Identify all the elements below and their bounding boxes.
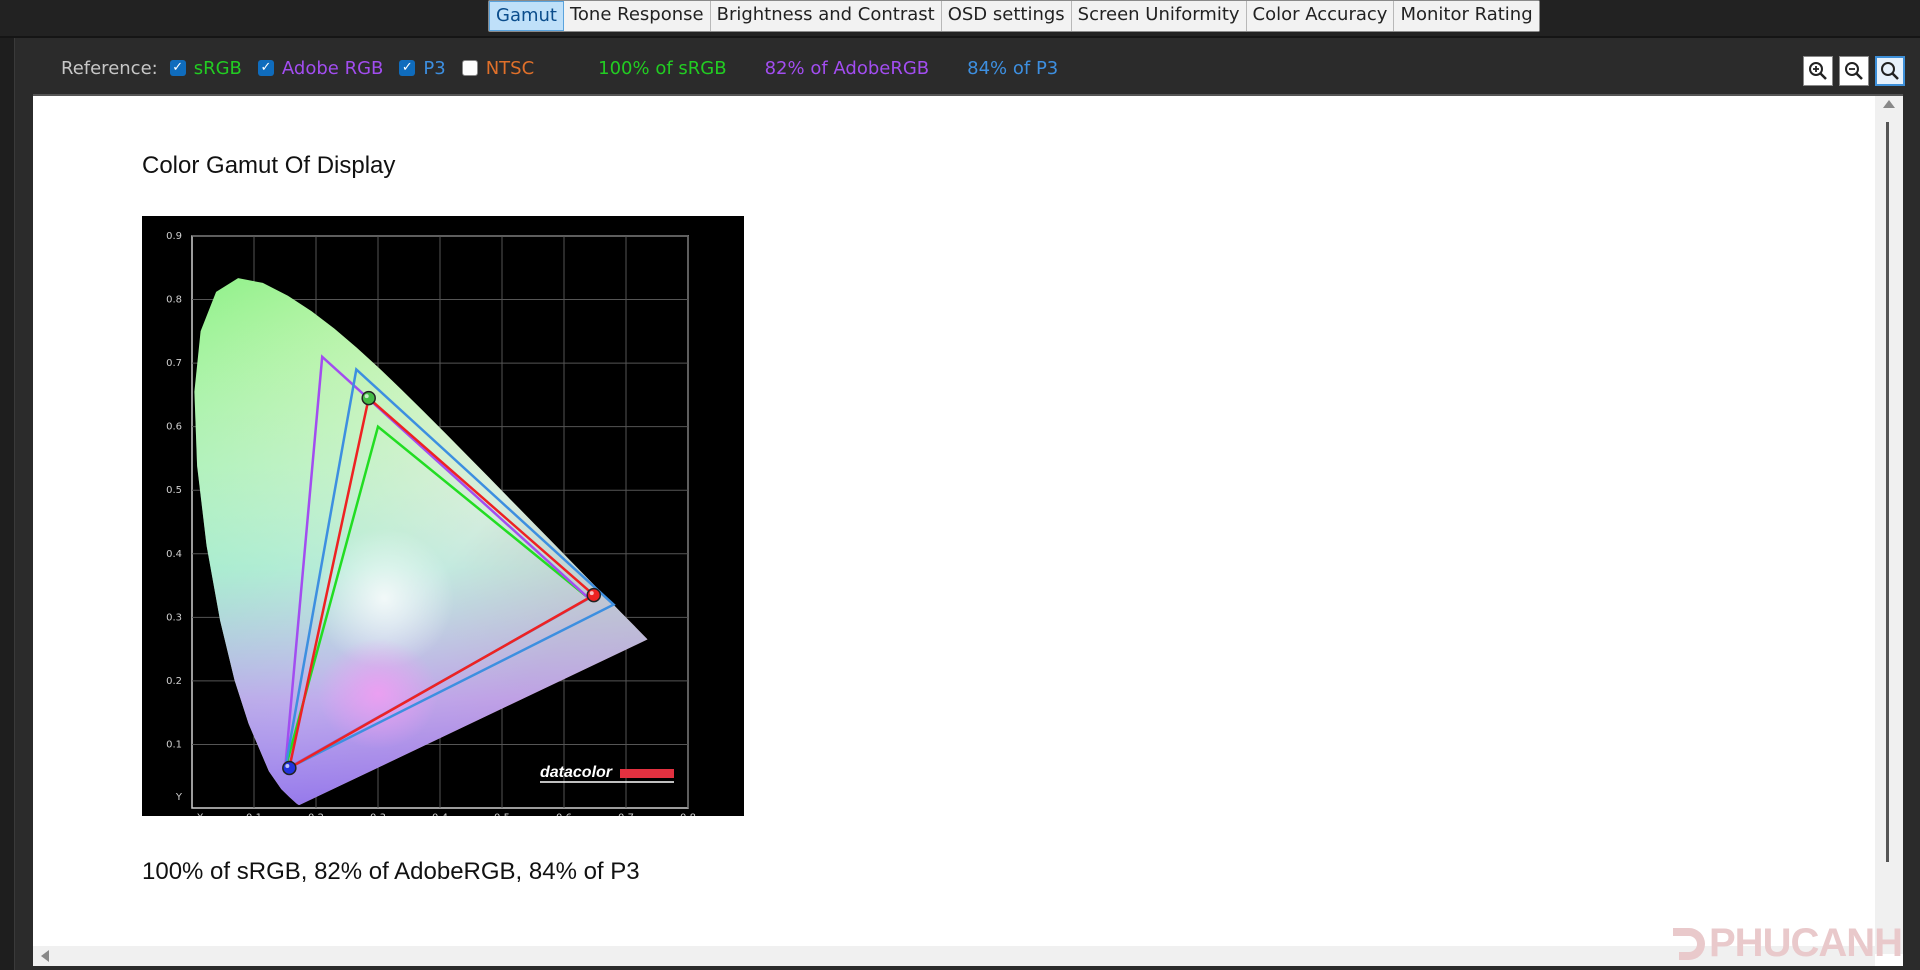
x-tick-label: 0.7 bbox=[618, 812, 634, 816]
x-tick-label: 0.4 bbox=[432, 812, 448, 816]
y-tick-label: 0.1 bbox=[166, 739, 182, 750]
primary-point-0 bbox=[586, 587, 602, 603]
y-tick-label: 0.2 bbox=[166, 676, 182, 687]
ntsc-label: NTSC bbox=[485, 57, 535, 79]
adobe-rgb-checkbox[interactable]: ✓ bbox=[257, 60, 274, 76]
reference-option-p3[interactable]: ✓ P3 bbox=[399, 57, 446, 79]
primary-point-highlight-2 bbox=[285, 763, 290, 768]
x-axis-label: X bbox=[197, 812, 204, 816]
scroll-up-icon[interactable] bbox=[1883, 100, 1895, 108]
y-tick-label: 0.4 bbox=[166, 549, 182, 560]
srgb-checkbox[interactable]: ✓ bbox=[169, 60, 186, 76]
p3-label: P3 bbox=[423, 57, 446, 79]
reference-option-adobe-rgb[interactable]: ✓ Adobe RGB bbox=[257, 57, 384, 79]
ntsc-checkbox[interactable] bbox=[461, 60, 478, 76]
reference-option-ntsc[interactable]: NTSC bbox=[461, 57, 535, 79]
x-tick-label: 0.6 bbox=[556, 812, 572, 816]
tab-screen-uniformity[interactable]: Screen Uniformity bbox=[1071, 1, 1247, 31]
primary-point-highlight-0 bbox=[589, 591, 594, 596]
tab-brightness-contrast[interactable]: Brightness and Contrast bbox=[710, 1, 942, 31]
brand-watermark: PHUCANH bbox=[1665, 921, 1903, 966]
vertical-scrollbar[interactable] bbox=[1875, 96, 1903, 954]
y-tick-label: 0.3 bbox=[166, 612, 182, 623]
x-tick-label: 0.2 bbox=[308, 812, 324, 816]
y-axis-label: Y bbox=[175, 792, 183, 803]
y-tick-label: 0.6 bbox=[166, 422, 182, 433]
phucanh-logo-icon bbox=[1673, 927, 1705, 960]
primary-point-1 bbox=[361, 390, 376, 406]
vertical-scroll-thumb[interactable] bbox=[1886, 122, 1889, 862]
datacolor-logo-bar bbox=[620, 769, 674, 778]
zoom-in-icon bbox=[1809, 62, 1827, 80]
zoom-out-button[interactable] bbox=[1839, 56, 1869, 86]
horizontal-scrollbar[interactable] bbox=[33, 946, 1875, 966]
zoom-controls bbox=[1797, 56, 1905, 86]
datacolor-logo-text: datacolor bbox=[540, 764, 613, 781]
p3-checkbox[interactable]: ✓ bbox=[399, 60, 416, 76]
gamut-summary: 100% of sRGB, 82% of AdobeRGB, 84% of P3 bbox=[142, 858, 640, 885]
watermark-text: PHUCANH bbox=[1709, 921, 1903, 965]
reference-bar: Reference: ✓ sRGB ✓ Adobe RGB ✓ P3 NTSC … bbox=[15, 48, 1905, 88]
y-tick-label: 0.9 bbox=[166, 231, 182, 242]
reference-option-srgb[interactable]: ✓ sRGB bbox=[169, 57, 242, 79]
scroll-left-icon[interactable] bbox=[41, 950, 49, 962]
tab-bar: Gamut Tone Response Brightness and Contr… bbox=[488, 0, 1540, 32]
gamut-chart: 0.1 0.2 0.3 0.4 0.5 0.6 0.7 0.8 0.1 0.2 0.3 0.4 0.5 0… bbox=[142, 216, 744, 823]
report-frame: Reference: ✓ sRGB ✓ Adobe RGB ✓ P3 NTSC … bbox=[14, 38, 1920, 970]
y-tick-label: 0.8 bbox=[166, 295, 182, 306]
zoom-fit-icon bbox=[1881, 62, 1899, 80]
y-tick-label: 0.7 bbox=[166, 358, 182, 369]
y-tick-label: 0.5 bbox=[166, 485, 182, 496]
x-tick-label: 0.1 bbox=[246, 812, 262, 816]
zoom-fit-button[interactable] bbox=[1875, 56, 1905, 86]
p3-coverage: 84% of P3 bbox=[967, 57, 1059, 79]
zoom-in-button[interactable] bbox=[1803, 56, 1833, 86]
tab-tone-response[interactable]: Tone Response bbox=[563, 1, 711, 31]
tab-monitor-rating[interactable]: Monitor Rating bbox=[1394, 1, 1539, 31]
adobe-rgb-label: Adobe RGB bbox=[281, 57, 384, 79]
x-tick-label: 0.3 bbox=[370, 812, 386, 816]
x-tick-label: 0.5 bbox=[494, 812, 510, 816]
report-content[interactable]: Color Gamut Of Display 0.1 0.2 0.3 0.4 0… bbox=[33, 94, 1903, 966]
tab-color-accuracy[interactable]: Color Accuracy bbox=[1246, 1, 1395, 31]
x-tick-label: 0.8 bbox=[680, 812, 696, 816]
srgb-coverage: 100% of sRGB bbox=[598, 57, 727, 79]
primary-point-2 bbox=[282, 760, 297, 776]
top-bar: Gamut Tone Response Brightness and Contr… bbox=[0, 0, 1920, 38]
primary-point-highlight-1 bbox=[364, 394, 369, 399]
zoom-out-icon bbox=[1845, 62, 1863, 80]
adobe-rgb-coverage: 82% of AdobeRGB bbox=[764, 57, 930, 79]
srgb-label: sRGB bbox=[193, 57, 242, 79]
reference-label: Reference: bbox=[61, 57, 158, 79]
gamut-chart-svg: 0.1 0.2 0.3 0.4 0.5 0.6 0.7 0.8 0.1 0.2 0.3 0.4 0.5 0… bbox=[166, 231, 696, 823]
page-title: Color Gamut Of Display bbox=[142, 152, 396, 179]
tab-osd-settings[interactable]: OSD settings bbox=[941, 1, 1072, 31]
tab-gamut[interactable]: Gamut bbox=[489, 1, 564, 31]
